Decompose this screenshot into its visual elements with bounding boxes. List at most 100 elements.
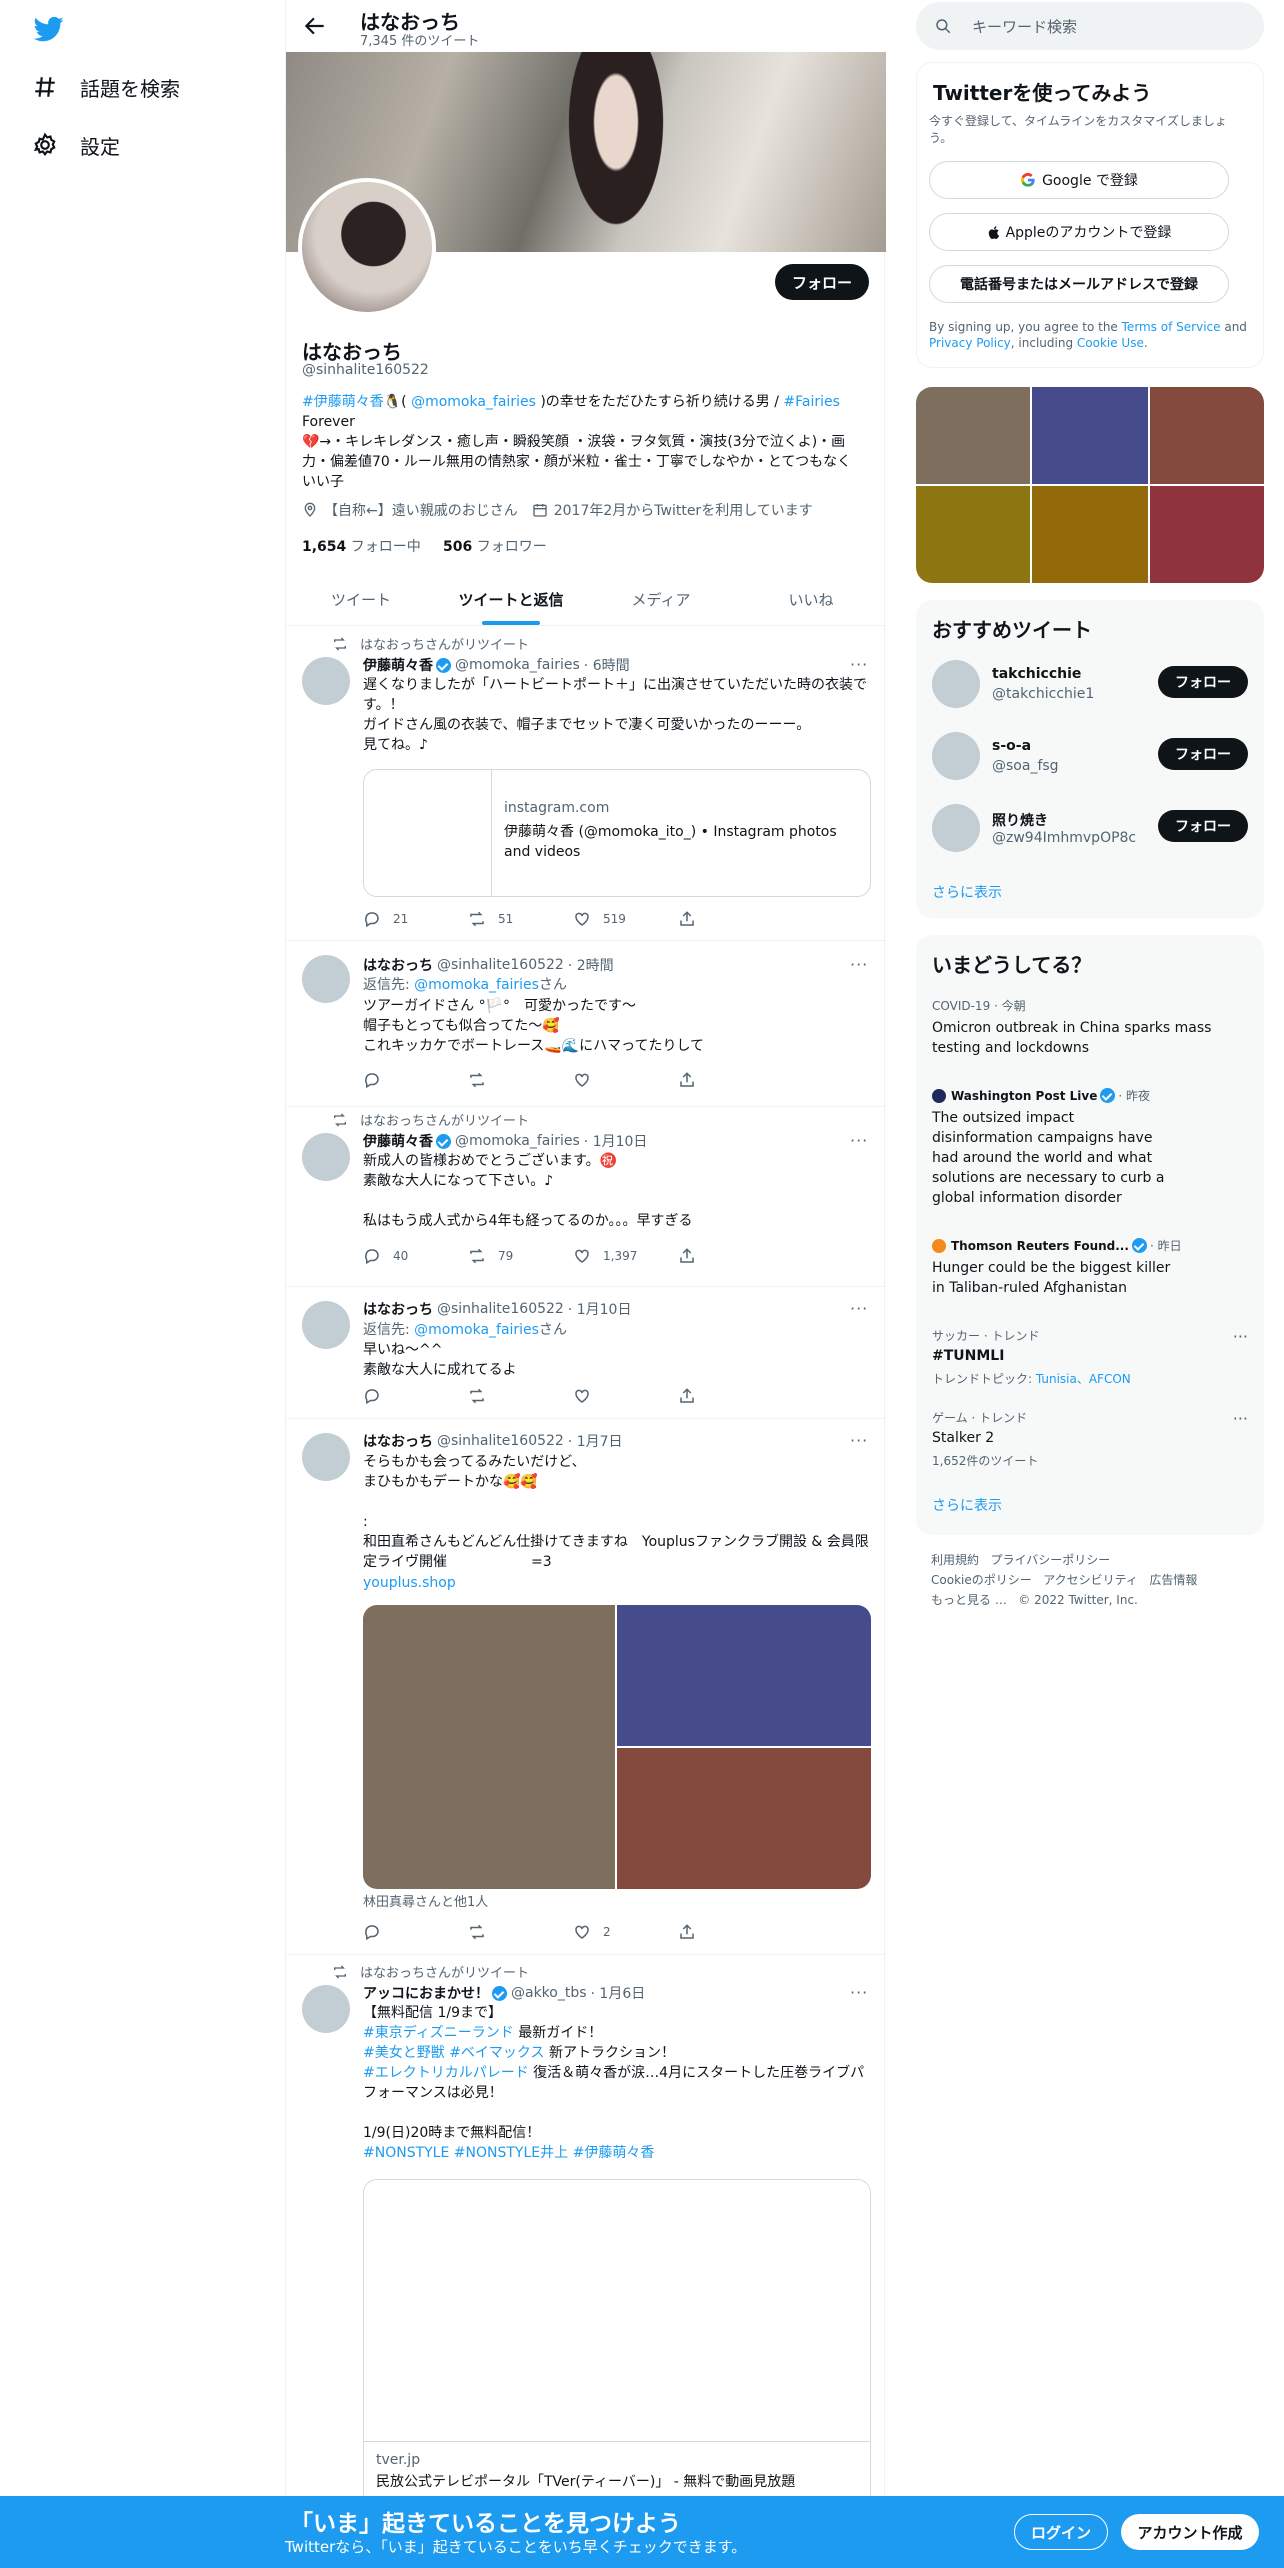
tweet[interactable]: はなおっち @sinhalite160522 · 2時間 ··· 返信先: @m… bbox=[286, 941, 886, 1107]
follow-button[interactable]: フォロー bbox=[1158, 666, 1248, 698]
author-handle[interactable]: @akko_tbs bbox=[511, 1985, 587, 2001]
author-handle[interactable]: @sinhalite160522 bbox=[437, 1301, 564, 1317]
link-card[interactable]: tver.jp 民放公式テレビポータル「TVer(ティーバー)」 - 無料で動画… bbox=[363, 2179, 871, 2519]
media-thumbnail[interactable] bbox=[1032, 387, 1148, 484]
more-options-icon[interactable]: ··· bbox=[850, 955, 870, 974]
tweet-time[interactable]: · 1月10日 bbox=[568, 1299, 632, 1319]
author-handle[interactable]: @sinhalite160522 bbox=[437, 957, 564, 973]
share-button[interactable] bbox=[678, 1387, 783, 1405]
more-options-icon[interactable]: ··· bbox=[850, 1131, 870, 1150]
footer-link[interactable]: プライバシーポリシー bbox=[990, 1553, 1110, 1567]
tab-media[interactable]: メディア bbox=[586, 574, 736, 625]
twitter-logo-icon[interactable] bbox=[32, 14, 66, 44]
author-handle[interactable]: @momoka_fairies bbox=[455, 1133, 580, 1149]
media-photo[interactable] bbox=[617, 1605, 871, 1746]
search-input[interactable]: キーワード検索 bbox=[916, 2, 1264, 50]
tagged-users[interactable]: 林田真尋さんと他1人 bbox=[363, 1893, 871, 1913]
like-button[interactable]: 2 bbox=[573, 1923, 678, 1941]
footer-link[interactable]: もっと見る … bbox=[931, 1593, 1007, 1607]
share-button[interactable] bbox=[678, 1923, 783, 1941]
author-name[interactable]: はなおっち bbox=[363, 955, 433, 975]
followers-link[interactable]: 506 フォロワー bbox=[443, 539, 547, 555]
trends-show-more-link[interactable]: さらに表示 bbox=[932, 1495, 1002, 1515]
hashtag-link[interactable]: #伊藤萌々香 bbox=[573, 2145, 655, 2161]
avatar[interactable] bbox=[302, 1133, 350, 1181]
hashtag-link[interactable]: #エレクトリカルパレード bbox=[363, 2065, 529, 2081]
profile-avatar[interactable] bbox=[298, 178, 436, 316]
apple-signup-button[interactable]: Appleのアカウントで登録 bbox=[929, 213, 1229, 251]
trend-item[interactable]: Washington Post Live · 昨夜 The outsized i… bbox=[932, 1087, 1248, 1208]
reply-button[interactable]: 40 bbox=[363, 1247, 468, 1265]
follow-button[interactable]: フォロー bbox=[1158, 738, 1248, 770]
tweet-time[interactable]: · 6時間 bbox=[584, 655, 630, 675]
trend-item[interactable]: ゲーム · トレンド Stalker 2 1,652件のツイート ··· bbox=[932, 1409, 1248, 1469]
tweet[interactable]: はなおっちさんがリツイート 伊藤萌々香 @momoka_fairies · 1月… bbox=[286, 1107, 886, 1287]
trend-item[interactable]: Thomson Reuters Found... · 昨日 Hunger cou… bbox=[932, 1237, 1248, 1298]
footer-link[interactable]: 利用規約 bbox=[931, 1553, 979, 1567]
trend-item[interactable]: サッカー · トレンド #TUNMLI トレンドトピック: Tunisia、AF… bbox=[932, 1327, 1248, 1387]
suggested-user[interactable]: takchicchie @takchicchie1 フォロー bbox=[932, 654, 1248, 714]
retweet-button[interactable] bbox=[468, 1071, 573, 1089]
link-card[interactable]: instagram.com 伊藤萌々香 (@momoka_ito_) • Ins… bbox=[363, 769, 871, 897]
avatar[interactable] bbox=[302, 1433, 350, 1481]
author-handle[interactable]: @momoka_fairies bbox=[455, 657, 580, 673]
bio-hashtag-link[interactable]: #伊藤萌々香 bbox=[302, 394, 384, 410]
retweet-button[interactable]: 79 bbox=[468, 1247, 573, 1265]
privacy-link[interactable]: Privacy Policy bbox=[929, 336, 1011, 350]
suggested-user[interactable]: 照り焼き @zw94ImhmvpOP8c フォロー bbox=[932, 798, 1248, 858]
tweet[interactable]: はなおっち @sinhalite160522 · 1月7日 ··· そらもかも会… bbox=[286, 1419, 886, 1955]
media-thumbnail[interactable] bbox=[916, 486, 1030, 583]
footer-link[interactable]: アクセシビリティ bbox=[1043, 1573, 1138, 1587]
reply-button[interactable] bbox=[363, 1387, 468, 1405]
more-options-icon[interactable]: ··· bbox=[1233, 1327, 1248, 1346]
hashtag-link[interactable]: #東京ディズニーランド bbox=[363, 2025, 514, 2041]
reply-button[interactable] bbox=[363, 1923, 468, 1941]
bio-hashtag-link[interactable]: #Fairies bbox=[783, 394, 840, 410]
tweet-link[interactable]: youplus.shop bbox=[363, 1575, 456, 1591]
media-thumbnail[interactable] bbox=[1150, 387, 1264, 484]
avatar[interactable] bbox=[302, 657, 350, 705]
cookie-link[interactable]: Cookie Use bbox=[1077, 336, 1144, 350]
like-button[interactable] bbox=[573, 1071, 678, 1089]
avatar[interactable] bbox=[302, 1985, 350, 2033]
google-signup-button[interactable]: Google で登録 bbox=[929, 161, 1229, 199]
terms-link[interactable]: Terms of Service bbox=[1122, 320, 1221, 334]
reply-to-link[interactable]: @momoka_fairies bbox=[414, 1322, 539, 1338]
reply-button[interactable] bbox=[363, 1071, 468, 1089]
reply-to-link[interactable]: @momoka_fairies bbox=[414, 977, 539, 993]
media-thumbnail[interactable] bbox=[1032, 486, 1148, 583]
avatar[interactable] bbox=[302, 1301, 350, 1349]
avatar[interactable] bbox=[932, 804, 980, 852]
footer-link[interactable]: Cookieのポリシー bbox=[931, 1573, 1032, 1587]
follow-button[interactable]: フォロー bbox=[1158, 810, 1248, 842]
avatar[interactable] bbox=[302, 955, 350, 1003]
hashtag-link[interactable]: #ベイマックス bbox=[449, 2045, 544, 2061]
tweet[interactable]: はなおっち @sinhalite160522 · 1月10日 ··· 返信先: … bbox=[286, 1287, 886, 1419]
hashtag-link[interactable]: #NONSTYLE bbox=[363, 2145, 449, 2161]
login-button[interactable]: ログイン bbox=[1014, 2514, 1108, 2550]
suggested-user[interactable]: s-o-a @soa_fsg フォロー bbox=[932, 726, 1248, 786]
phone-email-signup-button[interactable]: 電話番号またはメールアドレスで登録 bbox=[929, 265, 1229, 303]
tab-tweets[interactable]: ツイート bbox=[286, 574, 436, 625]
retweet-button[interactable] bbox=[468, 1387, 573, 1405]
tweet[interactable]: はなおっちさんがリツイート 伊藤萌々香 @momoka_fairies · 6時… bbox=[286, 627, 886, 941]
follow-button[interactable]: フォロー bbox=[775, 264, 869, 300]
share-button[interactable] bbox=[678, 910, 783, 928]
avatar[interactable] bbox=[932, 660, 980, 708]
tweet-time[interactable]: · 2時間 bbox=[568, 955, 614, 975]
tab-likes[interactable]: いいね bbox=[736, 574, 886, 625]
media-photo[interactable] bbox=[617, 1748, 871, 1889]
retweet-button[interactable] bbox=[468, 1923, 573, 1941]
hashtag-link[interactable]: #NONSTYLE井上 bbox=[454, 2145, 568, 2161]
show-more-link[interactable]: さらに表示 bbox=[932, 882, 1002, 902]
share-button[interactable] bbox=[678, 1247, 783, 1265]
author-name[interactable]: はなおっち bbox=[363, 1431, 433, 1451]
more-options-icon[interactable]: ··· bbox=[850, 1299, 870, 1318]
more-options-icon[interactable]: ··· bbox=[850, 1983, 870, 2002]
following-link[interactable]: 1,654 フォロー中 bbox=[302, 539, 421, 555]
author-name[interactable]: 伊藤萌々香 bbox=[363, 655, 433, 675]
more-options-icon[interactable]: ··· bbox=[1233, 1409, 1248, 1428]
tab-tweets-and-replies[interactable]: ツイートと返信 bbox=[436, 574, 586, 625]
retweet-button[interactable]: 51 bbox=[468, 910, 573, 928]
share-button[interactable] bbox=[678, 1071, 783, 1089]
